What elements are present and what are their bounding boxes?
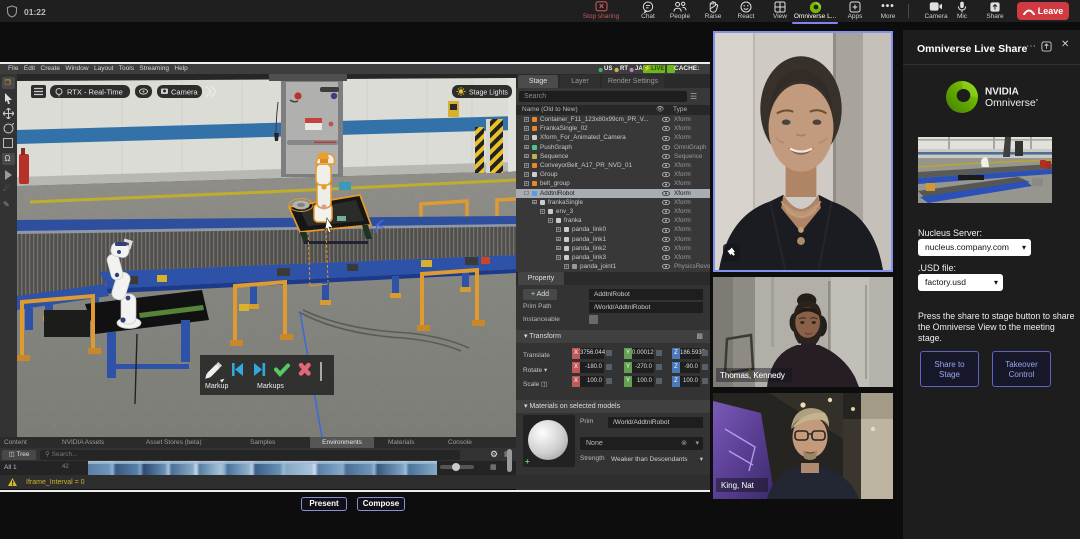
svg-text:Camera: Camera	[171, 88, 199, 97]
svg-text:Omniverse’: Omniverse’	[985, 97, 1038, 109]
svg-text:Markups: Markups	[257, 383, 284, 390]
svg-text:Markup: Markup	[205, 383, 228, 390]
svg-text:King, Nat: King, Nat	[721, 481, 755, 490]
svg-text:Stage Lights: Stage Lights	[469, 90, 508, 97]
svg-text:NVIDIA: NVIDIA	[985, 87, 1019, 98]
svg-text:RTX - Real-Time: RTX - Real-Time	[67, 88, 123, 97]
svg-text:Thomas, Kennedy: Thomas, Kennedy	[720, 371, 785, 380]
